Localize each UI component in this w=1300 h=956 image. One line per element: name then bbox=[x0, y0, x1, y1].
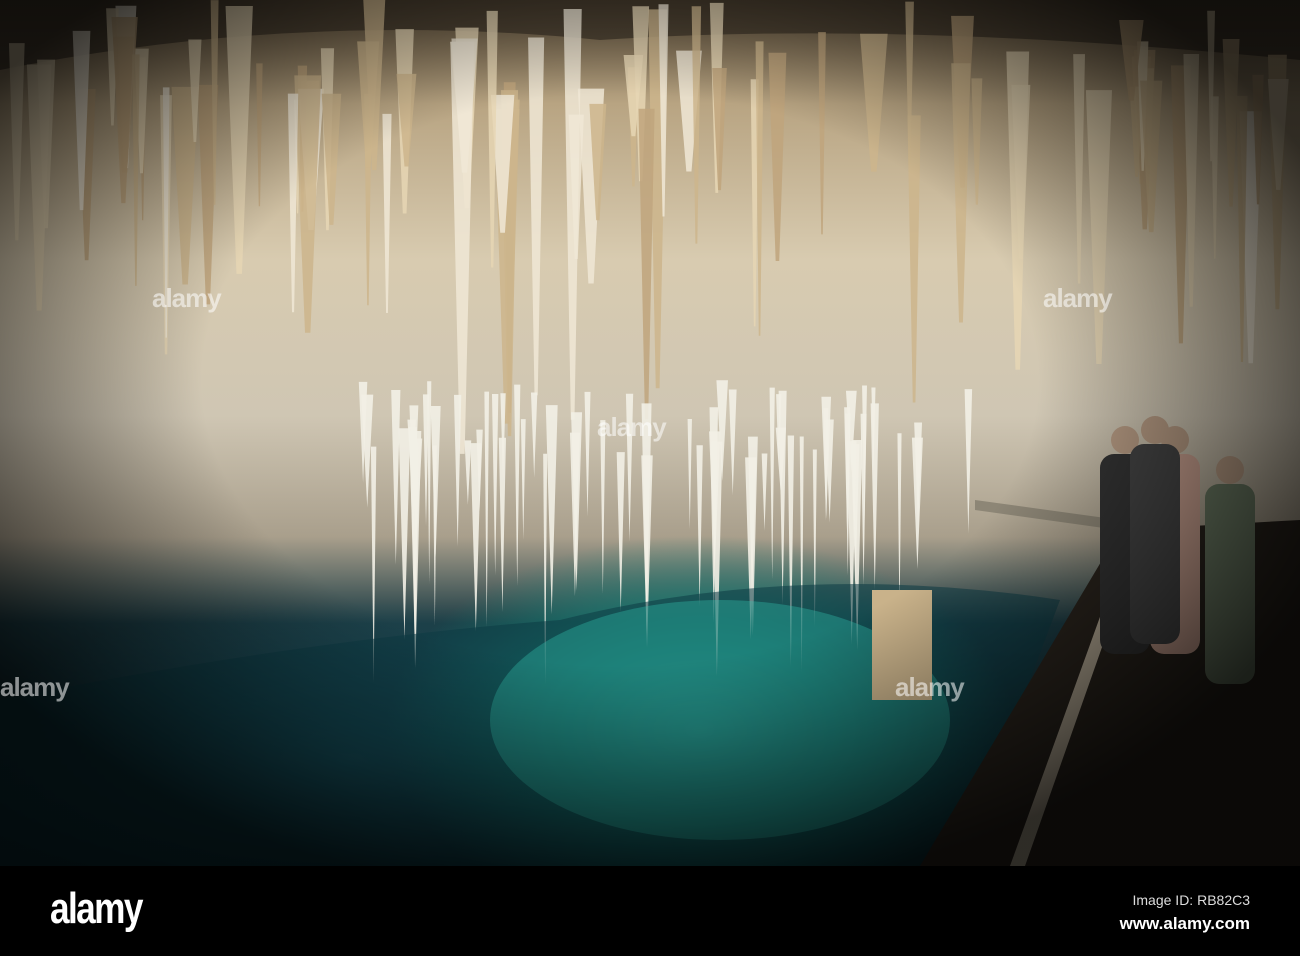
site-url: www.alamy.com bbox=[1119, 914, 1250, 933]
footer-bar: alamy Image ID: RB82C3 www.alamy.com bbox=[0, 866, 1300, 956]
watermark: alamy bbox=[152, 283, 222, 313]
watermark: alamy bbox=[0, 672, 70, 702]
cave-photo: alamy alamy alamy alamy alamy bbox=[0, 0, 1300, 866]
alamy-logo: alamy bbox=[50, 884, 143, 933]
watermark: alamy bbox=[597, 412, 667, 442]
watermark: alamy bbox=[895, 672, 965, 702]
watermark: alamy bbox=[1043, 283, 1113, 313]
image-id: Image ID: RB82C3 bbox=[1132, 892, 1251, 908]
